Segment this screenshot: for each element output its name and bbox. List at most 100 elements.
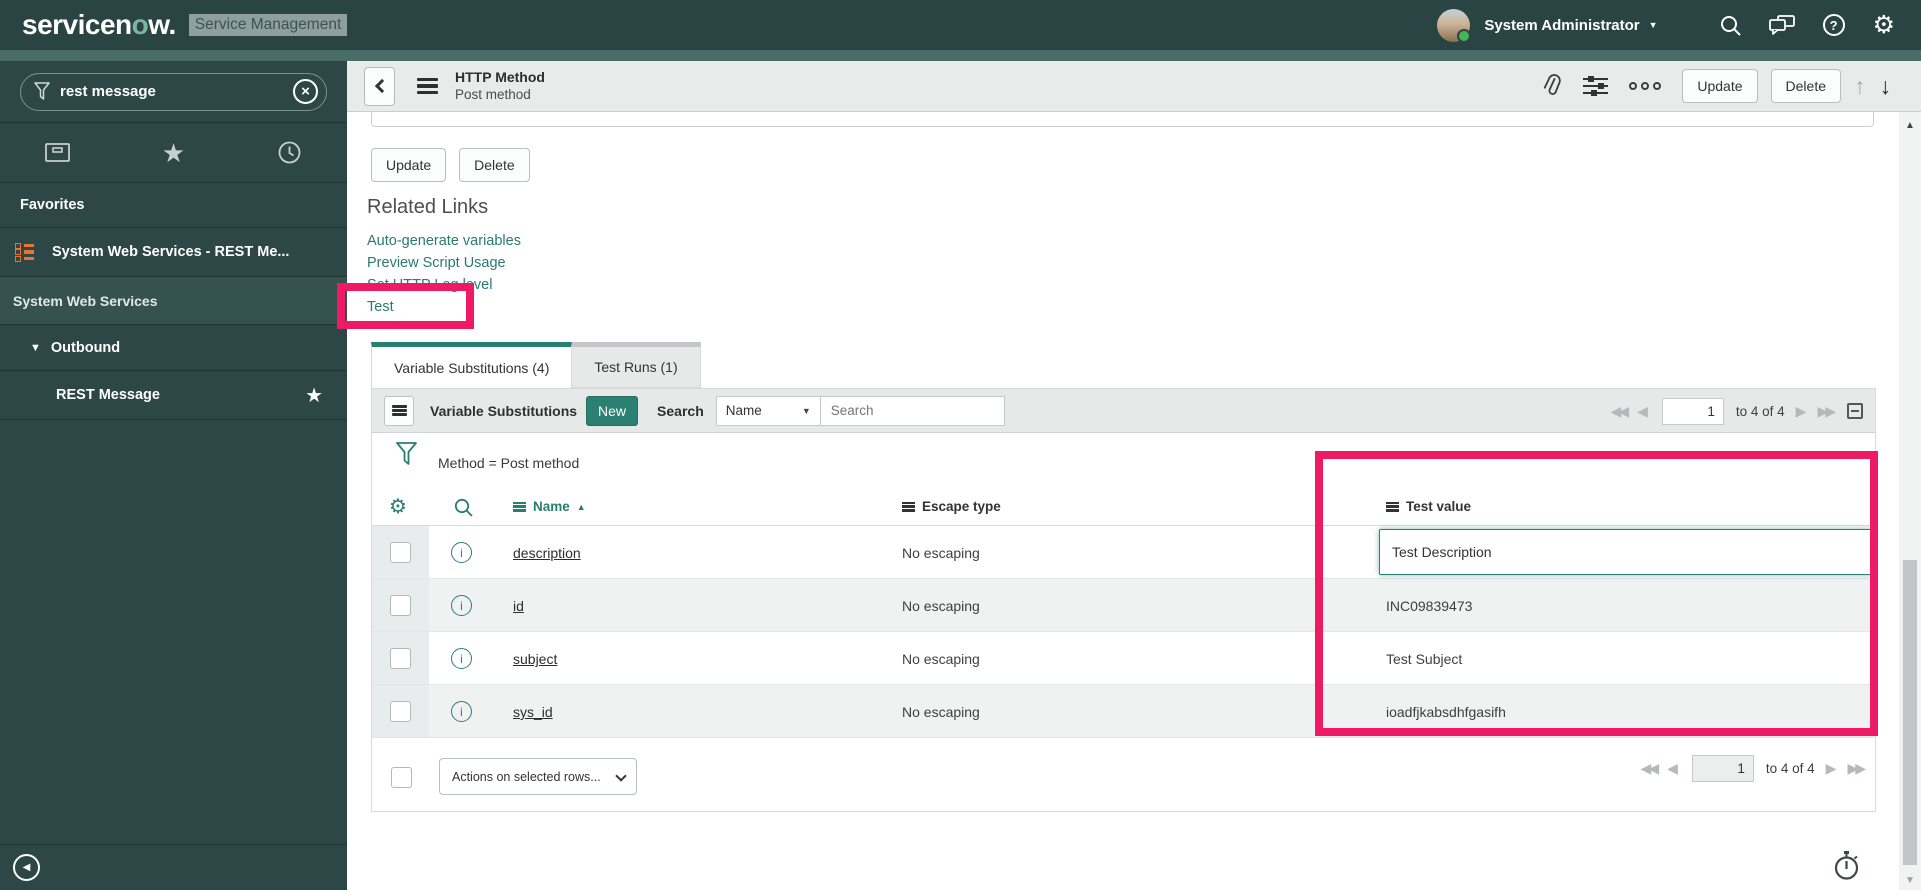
collapse-sidebar-button[interactable]: ◀ [13, 854, 40, 881]
link-test[interactable]: Test [367, 299, 521, 321]
gear-icon[interactable]: ⚙ [1873, 12, 1895, 38]
row-test-value: ioadfjkabsdhfgasifh [1386, 704, 1506, 720]
row-name-link[interactable]: description [513, 545, 581, 561]
product-label: Service Management [188, 14, 348, 36]
last-page-icon[interactable]: ▶▶ [1817, 403, 1835, 420]
tab-history[interactable] [231, 141, 347, 164]
user-caret-icon[interactable]: ▼ [1649, 20, 1658, 30]
delete-button[interactable]: Delete [459, 148, 530, 182]
personalize-form-icon[interactable] [1583, 75, 1609, 97]
header-delete-button[interactable]: Delete [1770, 69, 1841, 103]
row-select-cell [372, 685, 429, 737]
list-title: Variable Substitutions [430, 402, 578, 419]
column-label: Name [533, 499, 570, 514]
tab-test-runs[interactable]: Test Runs (1) [572, 342, 701, 388]
chevron-left-icon [374, 78, 389, 94]
row-escape-type: No escaping [902, 545, 980, 561]
row-select-cell [372, 526, 429, 578]
module-label: REST Message [56, 387, 160, 403]
bottom-pagination: ◀◀ ◀ to 4 of 4 ▶ ▶▶ [1630, 746, 1866, 790]
first-page-icon[interactable]: ◀◀ [1611, 403, 1629, 420]
next-record-icon[interactable]: ↓ [1880, 73, 1892, 100]
form-context-menu-icon[interactable] [417, 78, 438, 94]
link-auto-generate-variables[interactable]: Auto-generate variables [367, 233, 521, 255]
previous-page-icon[interactable]: ◀ [1667, 760, 1678, 777]
column-search-icon[interactable] [454, 498, 473, 520]
info-icon[interactable]: i [451, 701, 472, 722]
avatar[interactable] [1437, 8, 1472, 43]
tab-variable-substitutions[interactable]: Variable Substitutions (4) [371, 342, 573, 388]
breadcrumb-condition[interactable]: Method = Post method [438, 455, 579, 471]
column-header-escape-type[interactable]: Escape type [902, 499, 1001, 514]
page-number-input[interactable] [1661, 397, 1724, 425]
table-row: i id No escaping INC09839473 [372, 579, 1875, 632]
servicenow-logo[interactable]: servicenow. [22, 9, 176, 41]
scroll-up-icon[interactable]: ▲ [1899, 120, 1921, 131]
tab-favorites[interactable]: ★ [116, 140, 232, 166]
new-button[interactable]: New [586, 395, 639, 426]
record-header: HTTP Method Post method Update Delete ↑ … [347, 61, 1921, 112]
info-icon[interactable]: i [451, 542, 472, 563]
response-time-icon[interactable] [1833, 851, 1860, 887]
clear-filter-icon[interactable]: × [293, 79, 318, 104]
test-value-edit-input[interactable] [1379, 529, 1873, 575]
column-header-name[interactable]: Name ▲ [513, 499, 586, 514]
row-escape-type: No escaping [902, 598, 980, 614]
filter-funnel-icon[interactable] [396, 442, 417, 474]
row-name-link[interactable]: subject [513, 651, 557, 667]
next-page-icon[interactable]: ▶ [1826, 760, 1837, 777]
user-menu[interactable]: System Administrator [1484, 17, 1639, 34]
nav-filter-box[interactable]: × [20, 72, 327, 111]
search-icon[interactable] [1720, 15, 1741, 36]
search-field-select[interactable]: Name ▼ [715, 395, 821, 426]
first-page-icon[interactable]: ◀◀ [1641, 760, 1659, 777]
related-links: Auto-generate variables Preview Script U… [367, 233, 521, 321]
update-button[interactable]: Update [371, 148, 447, 182]
next-page-icon[interactable]: ▶ [1796, 403, 1807, 420]
help-icon[interactable]: ? [1822, 14, 1845, 36]
search-field-value: Name [725, 403, 762, 418]
link-set-http-log-level[interactable]: Set HTTP Log level [367, 277, 521, 299]
help-glyph: ? [1829, 17, 1838, 33]
info-icon[interactable]: i [451, 595, 472, 616]
header-update-button[interactable]: Update [1682, 69, 1758, 103]
favorite-star-icon[interactable]: ★ [305, 383, 323, 408]
back-button[interactable] [364, 66, 395, 106]
scroll-down-icon[interactable]: ▼ [1899, 875, 1921, 886]
star-icon: ★ [161, 137, 186, 168]
link-preview-script-usage[interactable]: Preview Script Usage [367, 255, 521, 277]
select-all-checkbox[interactable] [391, 767, 412, 788]
group-label: Outbound [50, 339, 121, 356]
tab-all-applications[interactable] [0, 143, 116, 162]
row-test-value: INC09839473 [1386, 598, 1473, 614]
chat-icon[interactable] [1768, 14, 1795, 36]
previous-record-icon[interactable]: ↑ [1854, 73, 1866, 100]
actions-on-selected-rows-select[interactable]: Actions on selected rows... [439, 758, 637, 795]
row-checkbox[interactable] [390, 541, 411, 563]
more-options-icon[interactable] [1629, 82, 1662, 90]
row-checkbox[interactable] [390, 647, 411, 669]
list-context-menu-icon[interactable] [384, 395, 414, 426]
row-name-link[interactable]: id [513, 598, 524, 614]
nav-filter-input[interactable] [60, 83, 260, 100]
previous-page-icon[interactable]: ◀ [1637, 403, 1648, 420]
top-banner: servicenow. Service Management System Ad… [0, 0, 1921, 50]
column-header-test-value[interactable]: Test value [1386, 499, 1471, 514]
page-number-input[interactable] [1691, 754, 1754, 782]
module-rest-message[interactable]: REST Message ★ [0, 371, 347, 420]
last-page-icon[interactable]: ▶▶ [1847, 760, 1865, 777]
personalize-columns-gear-icon[interactable]: ⚙ [389, 497, 407, 517]
table-row: i description No escaping [372, 526, 1875, 579]
favorite-item-rest-message[interactable]: System Web Services - REST Me... [0, 228, 347, 277]
row-checkbox[interactable] [390, 700, 411, 722]
attachment-icon[interactable] [1539, 73, 1564, 100]
row-checkbox[interactable] [390, 594, 411, 616]
clock-icon [278, 141, 301, 164]
page-scrollbar[interactable]: ▲ ▼ [1899, 112, 1921, 890]
collapse-list-icon[interactable] [1847, 403, 1863, 419]
scrollbar-thumb[interactable] [1903, 560, 1917, 865]
group-outbound[interactable]: ▼ Outbound [0, 325, 347, 371]
row-name-link[interactable]: sys_id [513, 704, 553, 720]
list-search-input[interactable] [820, 395, 1005, 426]
info-icon[interactable]: i [451, 648, 472, 669]
